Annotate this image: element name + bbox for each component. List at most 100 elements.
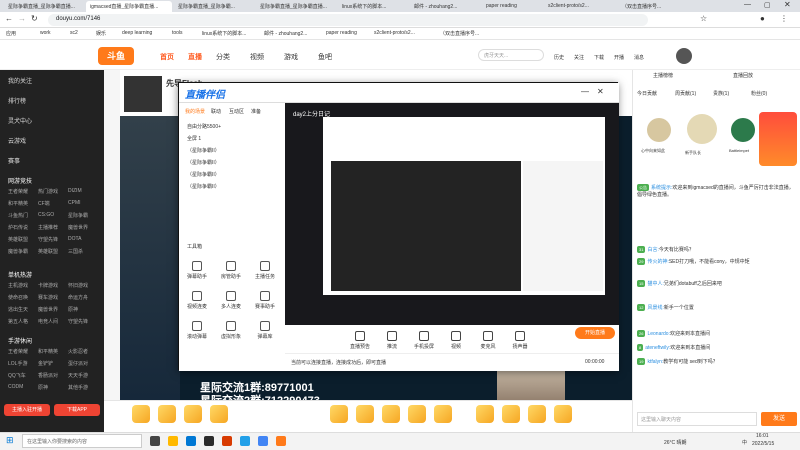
header-history[interactable]: 历史 [554,54,564,61]
game-link[interactable]: 主播推荐 [38,224,68,231]
gift-item[interactable] [476,405,494,423]
bookmark-item[interactable]: 娱乐 [96,30,106,37]
header-follow[interactable]: 关注 [574,54,584,61]
tool-danmaku[interactable]: 弹幕助手 [183,261,211,280]
explorer-icon[interactable] [168,436,178,446]
gift-item[interactable] [408,405,426,423]
gift-item[interactable] [132,405,150,423]
close-icon[interactable]: ✕ [784,0,791,9]
header-message[interactable]: 消息 [634,54,644,61]
scene-item[interactable]: （星际争霸II） [187,159,220,166]
subtab-noble[interactable]: 贵族(1) [713,90,729,97]
browser-tab[interactable]: 星际争霸直播_星际争霸直播... [256,1,336,12]
game-link[interactable]: 魔兽世界 [68,224,98,231]
game-link[interactable]: CF端 [38,200,68,207]
game-link[interactable]: 王者荣耀 [8,188,38,195]
gift-item[interactable] [554,405,572,423]
gift-item[interactable] [210,405,228,423]
browser-tab[interactable]: linux系统下的脚本... [338,1,408,12]
tool-multi-link[interactable]: 多人连麦 [217,291,245,310]
scene-item[interactable]: （星际争霸II） [187,147,220,154]
game-link[interactable]: QQ飞车 [8,372,38,379]
minimize-icon[interactable]: — [744,1,751,8]
tool-danmaku-lib[interactable]: 弹幕库 [251,321,279,340]
game-link[interactable]: 原神 [38,384,68,391]
bookmark-item[interactable]: sc2 [70,30,78,36]
bookmark-item[interactable]: work [40,30,51,36]
game-link[interactable]: CODM [8,384,38,391]
game-link[interactable]: 逃出生天 [8,306,38,313]
search-input[interactable]: 虎牙天天... [478,49,544,61]
game-link[interactable]: 电竞人间 [38,318,68,325]
game-link[interactable]: 金铲铲 [38,360,68,367]
nav-game[interactable]: 游戏 [284,52,298,62]
chat-input[interactable]: 这里输入聊天内容 [637,412,757,426]
game-link[interactable]: LOL手游 [8,360,38,367]
game-link[interactable]: 和平精英 [38,348,68,355]
browser-tab[interactable]: 邮件 - zhouhang2... [410,1,480,12]
game-link[interactable]: 其他手游 [68,384,98,391]
ime-indicator[interactable]: 中 [742,439,747,446]
gift-item[interactable] [330,405,348,423]
sidebar-item-cloudgame[interactable]: 云游戏 [8,136,26,145]
scene-item[interactable]: （星际争霸II） [187,171,220,178]
tool-avatar[interactable]: 虚拟形象 [217,321,245,340]
speaker-button[interactable]: 扬声器 [505,331,535,350]
game-link[interactable]: 王者荣耀 [8,348,38,355]
gift-item[interactable] [502,405,520,423]
game-link[interactable]: 魔兽争霸 [8,248,38,255]
forward-icon[interactable]: → [18,14,26,23]
sidebar-item-rank[interactable]: 排行榜 [8,96,26,105]
douyu-logo[interactable]: 斗鱼 [98,47,134,65]
game-link[interactable]: 英雄联盟 [38,248,68,255]
mic-button[interactable]: 麦克风 [473,331,503,350]
game-link[interactable]: 炉石传说 [8,224,38,231]
scene-item[interactable]: 自由分路5500+ [187,123,221,130]
game-link[interactable]: 香肠派对 [38,372,68,379]
tool-task[interactable]: 主播任务 [251,261,279,280]
game-link[interactable]: CPMI [68,200,98,207]
game-link[interactable]: 守望先锋 [38,236,68,243]
back-icon[interactable]: ← [5,14,13,23]
scene-item[interactable]: 全屏 1 [187,135,201,142]
apply-streamer-button[interactable]: 主播入驻开播 [4,404,50,416]
gift-item[interactable] [434,405,452,423]
terminal-icon[interactable] [204,436,214,446]
companion-taskbar-icon[interactable] [276,436,286,446]
game-link[interactable]: 命运方舟 [68,294,98,301]
game-link[interactable]: CS:GO [38,212,68,219]
bookmark-item[interactable]: tools [172,30,183,36]
game-link[interactable]: 热门游戏 [38,188,68,195]
game-link[interactable]: 星际争霸 [68,212,98,219]
bookmark-item[interactable]: paper reading [326,30,357,36]
game-link[interactable]: 蛋仔派对 [68,360,98,367]
subtab-today[interactable]: 今日贡献 [637,90,657,97]
game-link[interactable]: 使命召唤 [8,294,38,301]
video-button[interactable]: 视频 [441,331,471,350]
nav-fishbar[interactable]: 鱼吧 [318,52,332,62]
download-app-button[interactable]: 下载APP [54,404,100,416]
game-link[interactable]: 卡牌游戏 [38,282,68,289]
browser-tab[interactable]: paper reading [482,1,542,12]
tab-link[interactable]: 联动 [211,108,221,115]
bookmark-item[interactable]: s2client-proto/s2... [374,30,415,36]
browser-tab[interactable]: 星际争霸直播_星际争霸直播... [4,1,84,12]
push-stream-button[interactable]: 推流 [377,331,407,350]
game-link[interactable]: DOTA [68,236,98,243]
browser-tab[interactable]: （双击直播序号... [618,1,698,12]
sidebar-item-esports[interactable]: 赛事 [8,156,20,165]
url-field[interactable]: douyu.com/7146 [48,14,648,26]
phone-cast-button[interactable]: 手机投屏 [409,331,439,350]
game-link[interactable]: 天天手游 [68,372,98,379]
game-link[interactable]: 和平精英 [8,200,38,207]
rank-avatar[interactable] [647,118,671,142]
scene-item[interactable]: （星际争霸II） [187,183,220,190]
subtab-fans[interactable]: 粉丝(0) [751,90,767,97]
subtab-week[interactable]: 周贡献(1) [675,90,696,97]
minimize-icon[interactable]: — [581,87,589,96]
tool-event[interactable]: 赛事助手 [251,291,279,310]
game-link[interactable]: 赛车游戏 [38,294,68,301]
send-button[interactable]: 发送 [761,412,797,426]
game-link[interactable]: 原神 [68,306,98,313]
taskbar-search-input[interactable]: 在这里输入你要搜索的内容 [22,434,142,448]
